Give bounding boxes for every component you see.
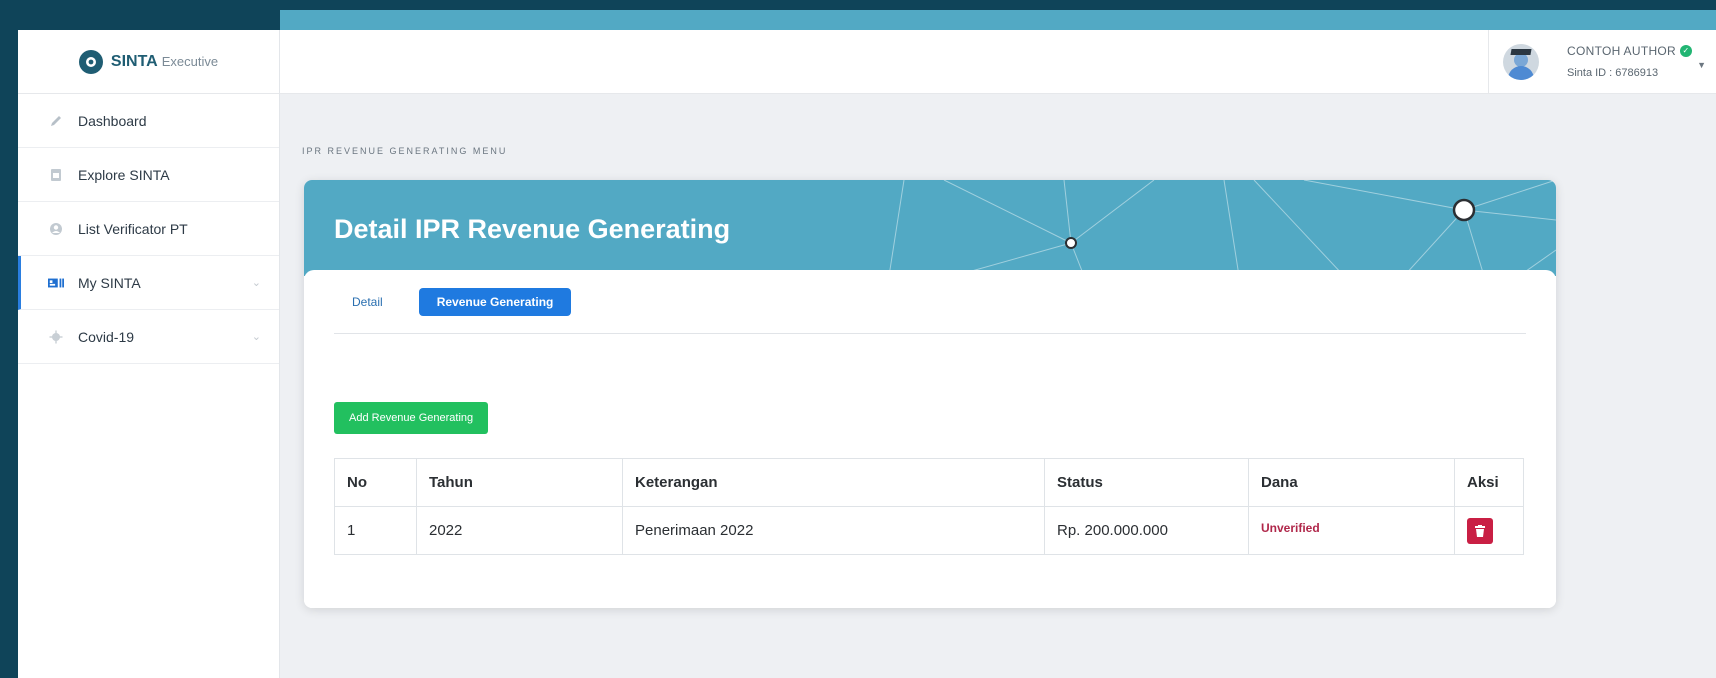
detail-card: Detail IPR Revenue Generating Detail Rev… bbox=[304, 180, 1556, 608]
cell-aksi bbox=[1454, 506, 1524, 555]
cell-status: Rp. 200.000.000 bbox=[1044, 506, 1249, 555]
column-header-no: No bbox=[334, 458, 417, 507]
sidebar-item-explore-sinta[interactable]: Explore SINTA bbox=[18, 148, 279, 202]
brand-name: SINTA Executive bbox=[110, 52, 219, 70]
trash-icon bbox=[1475, 524, 1485, 537]
delete-button[interactable] bbox=[1467, 517, 1493, 544]
avatar[interactable] bbox=[1503, 44, 1539, 80]
sidebar: SINTA Executive Dashboard Explore SINTA L… bbox=[18, 30, 280, 678]
cell-no: 1 bbox=[334, 506, 417, 555]
table-header-row: No Tahun Keterangan Status Dana Aksi bbox=[334, 458, 1524, 507]
column-header-status: Status bbox=[1044, 458, 1249, 507]
sidebar-item-label: List Verificator PT bbox=[78, 220, 188, 237]
sidebar-item-label: Dashboard bbox=[78, 112, 147, 129]
tab-detail[interactable]: Detail bbox=[334, 288, 401, 316]
chevron-down-icon[interactable]: ⌄ bbox=[252, 330, 261, 343]
card-banner: Detail IPR Revenue Generating bbox=[304, 180, 1556, 276]
section-label: IPR REVENUE GENERATING MENU bbox=[302, 146, 508, 156]
sidebar-item-label: Explore SINTA bbox=[78, 166, 170, 183]
column-header-tahun: Tahun bbox=[416, 458, 623, 507]
top-header: CONTOH AUTHOR ✓ Sinta ID : 6786913 ▼ bbox=[280, 30, 1716, 94]
sinta-logo-icon bbox=[78, 49, 103, 74]
card-body: Detail Revenue Generating Add Revenue Ge… bbox=[304, 270, 1556, 608]
user-name: CONTOH AUTHOR ✓ bbox=[1567, 40, 1693, 62]
column-header-aksi: Aksi bbox=[1454, 458, 1524, 507]
document-icon bbox=[48, 167, 64, 183]
sidebar-item-my-sinta[interactable]: My SINTA ⌄ bbox=[18, 256, 279, 310]
column-header-keterangan: Keterangan bbox=[622, 458, 1045, 507]
virus-icon bbox=[48, 329, 64, 345]
verified-check-icon: ✓ bbox=[1680, 45, 1693, 57]
status-badge: Unverified bbox=[1248, 506, 1455, 555]
user-menu[interactable]: CONTOH AUTHOR ✓ Sinta ID : 6786913 ▼ bbox=[1488, 30, 1716, 94]
user-id: Sinta ID : 6786913 bbox=[1567, 67, 1659, 79]
table-row: 1 2022 Penerimaan 2022 Rp. 200.000.000 U… bbox=[334, 506, 1524, 555]
user-circle-icon bbox=[48, 221, 64, 237]
column-header-dana: Dana bbox=[1248, 458, 1455, 507]
brand[interactable]: SINTA Executive bbox=[18, 30, 279, 94]
top-stripe bbox=[18, 10, 1716, 30]
app-frame: SINTA Executive Dashboard Explore SINTA L… bbox=[18, 10, 1716, 678]
pencil-icon bbox=[48, 113, 64, 129]
id-card-icon bbox=[48, 275, 64, 291]
sidebar-item-label: Covid-19 bbox=[78, 328, 135, 345]
page-title: Detail IPR Revenue Generating bbox=[334, 214, 731, 244]
cell-tahun: 2022 bbox=[416, 506, 623, 555]
caret-down-icon[interactable]: ▼ bbox=[1697, 60, 1706, 70]
add-revenue-generating-button[interactable]: Add Revenue Generating bbox=[334, 402, 489, 434]
sidebar-item-label: My SINTA bbox=[78, 274, 141, 291]
sidebar-item-list-verificator[interactable]: List Verificator PT bbox=[18, 202, 279, 256]
revenue-table: No Tahun Keterangan Status Dana Aksi 1 2… bbox=[334, 458, 1524, 555]
sidebar-item-covid-19[interactable]: Covid-19 ⌄ bbox=[18, 310, 279, 364]
cell-keterangan: Penerimaan 2022 bbox=[622, 506, 1045, 555]
tab-revenue-generating[interactable]: Revenue Generating bbox=[418, 288, 572, 316]
sidebar-item-dashboard[interactable]: Dashboard bbox=[18, 94, 279, 148]
chevron-down-icon[interactable]: ⌄ bbox=[252, 276, 261, 289]
tabs: Detail Revenue Generating bbox=[334, 288, 1526, 334]
